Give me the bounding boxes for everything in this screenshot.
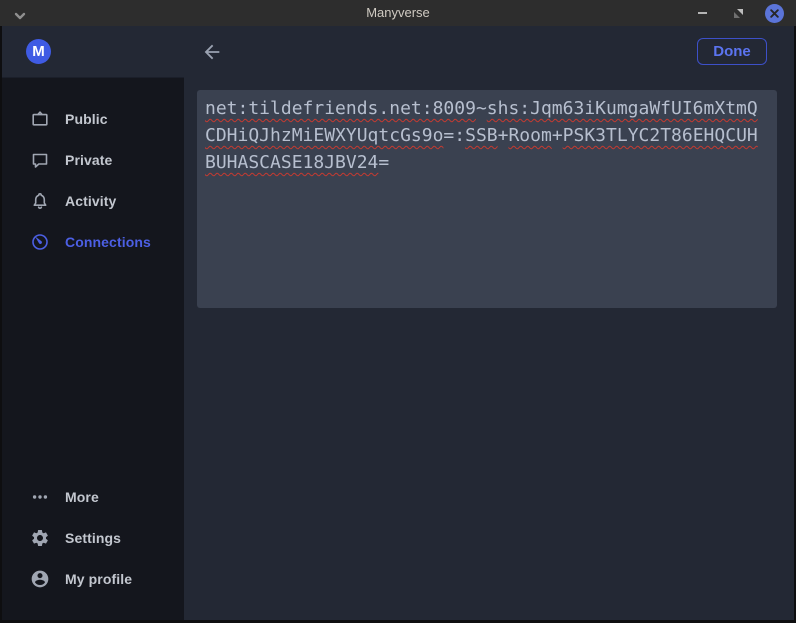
sidebar-top-group: Public Private: [2, 98, 184, 262]
main-pane: net:tildefriends.net:8009~shs:Jqm63iKumg…: [184, 77, 794, 620]
manyverse-window: Manyverse M D: [0, 0, 796, 623]
window-frame: M Done: [0, 26, 796, 623]
manyverse-logo: M: [26, 39, 51, 64]
sidebar-item-label: Public: [65, 111, 108, 127]
back-arrow-icon[interactable]: [200, 40, 224, 64]
account-circle-icon: [30, 569, 50, 589]
dots-horizontal-icon: [30, 487, 50, 507]
invite-segment: +: [552, 125, 563, 146]
sidebar-item-connections[interactable]: Connections: [2, 221, 184, 262]
sidebar-item-label: More: [65, 489, 99, 505]
sidebar-item-label: Activity: [65, 193, 116, 209]
app-topbar: M Done: [2, 26, 794, 77]
sidebar-item-label: My profile: [65, 571, 132, 587]
sidebar-item-label: Connections: [65, 234, 151, 250]
close-icon[interactable]: [765, 4, 784, 23]
sidebar-item-my-profile[interactable]: My profile: [2, 558, 184, 599]
sidebar-item-activity[interactable]: Activity: [2, 180, 184, 221]
gauge-icon: [30, 232, 50, 252]
invite-code-field[interactable]: net:tildefriends.net:8009~shs:Jqm63iKumg…: [197, 90, 777, 308]
sidebar-item-public[interactable]: Public: [2, 98, 184, 139]
invite-segment: SSB: [465, 125, 498, 146]
gear-icon: [30, 528, 50, 548]
invite-segment: ~: [476, 98, 487, 119]
invite-segment: Room: [508, 125, 551, 146]
sidebar: Public Private: [2, 77, 184, 620]
minimize-icon[interactable]: [693, 4, 712, 23]
sidebar-item-private[interactable]: Private: [2, 139, 184, 180]
sidebar-item-settings[interactable]: Settings: [2, 517, 184, 558]
message-bubble-icon: [30, 150, 50, 170]
invite-segment: =: [378, 152, 389, 173]
maximize-icon[interactable]: [729, 4, 748, 23]
sidebar-item-more[interactable]: More: [2, 476, 184, 517]
titlebar: Manyverse: [0, 0, 796, 26]
invite-segment: =:: [443, 125, 465, 146]
bell-icon: [30, 191, 50, 211]
invite-segment: net:tildefriends.net:8009: [205, 98, 476, 119]
sidebar-item-label: Settings: [65, 530, 121, 546]
sidebar-item-label: Private: [65, 152, 112, 168]
done-button[interactable]: Done: [697, 38, 767, 65]
window-title: Manyverse: [0, 0, 796, 26]
invite-segment: +: [498, 125, 509, 146]
content-row: Public Private: [2, 77, 794, 620]
sidebar-bottom-group: More Settings: [2, 476, 184, 599]
invite-code: net:tildefriends.net:8009~shs:Jqm63iKumg…: [205, 98, 758, 173]
window-controls: [693, 0, 784, 26]
bulletin-board-icon: [30, 109, 50, 129]
